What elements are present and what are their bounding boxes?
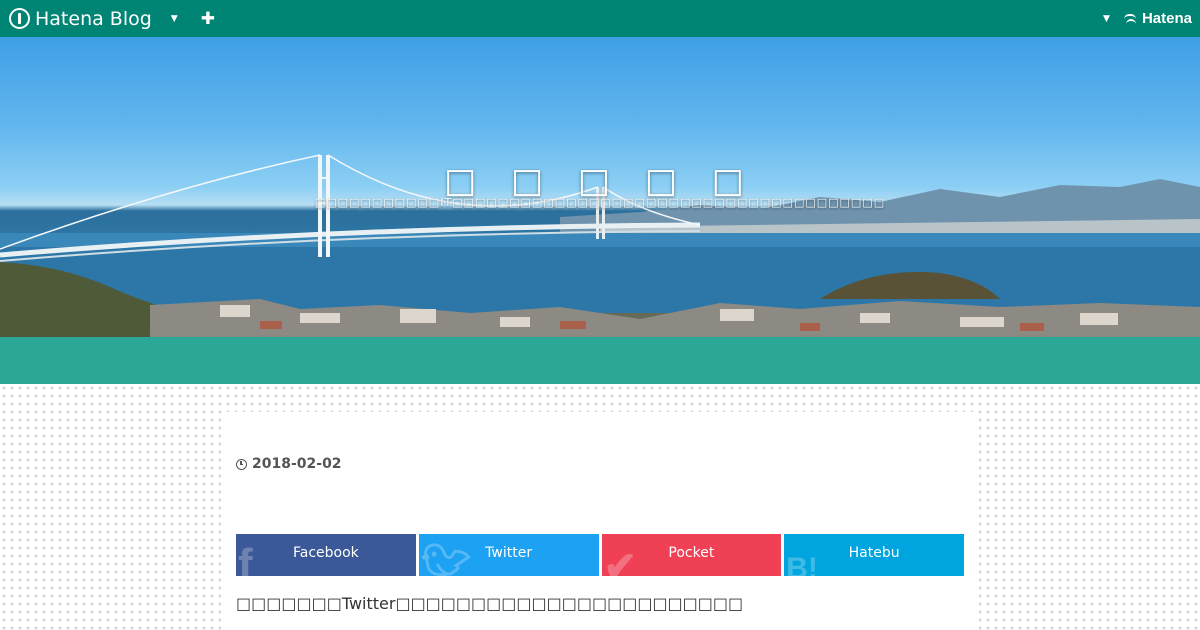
twitter-bird-icon: 🐦︎ xyxy=(420,543,472,576)
twitter-share-label: Twitter xyxy=(485,545,533,561)
hatena-brand-link[interactable]: Hatena xyxy=(1142,10,1192,27)
facebook-icon: f xyxy=(238,540,253,576)
hatena-logo-icon xyxy=(1123,13,1138,24)
hatena-blog-logo[interactable]: Hatena Blog xyxy=(9,8,152,30)
facebook-share-label: Facebook xyxy=(292,545,359,561)
logo-text: Hatena Blog xyxy=(35,7,152,30)
header-right: ▼ Hatena xyxy=(1103,0,1192,37)
add-post-icon[interactable]: ✚ xyxy=(201,9,215,29)
facebook-share-button[interactable]: f Facebook xyxy=(236,534,416,576)
share-buttons: f Facebook 🐦︎ Twitter ✔ Pocket B! Hatebu xyxy=(236,534,964,576)
blog-menu-caret-icon[interactable]: ▼ xyxy=(171,14,178,24)
blog-header-image: □ □ □ □ □ □□□□□□□□□□□IT□□□□□□□□□□□□□□□□□… xyxy=(0,37,1200,337)
header-band xyxy=(0,337,1200,384)
twitter-share-button[interactable]: 🐦︎ Twitter xyxy=(418,534,599,576)
hatebu-share-label: Hatebu xyxy=(848,545,900,561)
hatena-bookmark-icon: B! xyxy=(786,552,818,576)
blog-title[interactable]: □ □ □ □ □ xyxy=(0,161,1200,201)
pocket-share-label: Pocket xyxy=(668,545,715,561)
entry-date[interactable]: 2018-02-02 xyxy=(236,456,342,472)
clock-icon xyxy=(236,458,247,470)
hatebu-share-button[interactable]: B! Hatebu xyxy=(784,534,964,576)
entry-lead-text: □□□□□□□Twitter□□□□□□□□□□□□□□□□□□□□□□□ xyxy=(236,594,744,613)
global-header: Hatena Blog ▼ ✚ ▼ Hatena xyxy=(0,0,1200,37)
pocket-check-icon: ✔ xyxy=(603,545,638,576)
entry-date-text: 2018-02-02 xyxy=(252,456,342,472)
blog-description: □□□□□□□□□□□IT□□□□□□□□□□□□□□□□□□□□□□□□□□□… xyxy=(314,196,886,209)
hatena-blog-logo-icon xyxy=(9,8,30,29)
account-menu-caret-icon[interactable]: ▼ xyxy=(1103,14,1110,24)
article-card: 2018-02-02 f Facebook 🐦︎ Twitter ✔ Pocke… xyxy=(221,412,979,630)
pocket-share-button[interactable]: ✔ Pocket xyxy=(601,534,782,576)
